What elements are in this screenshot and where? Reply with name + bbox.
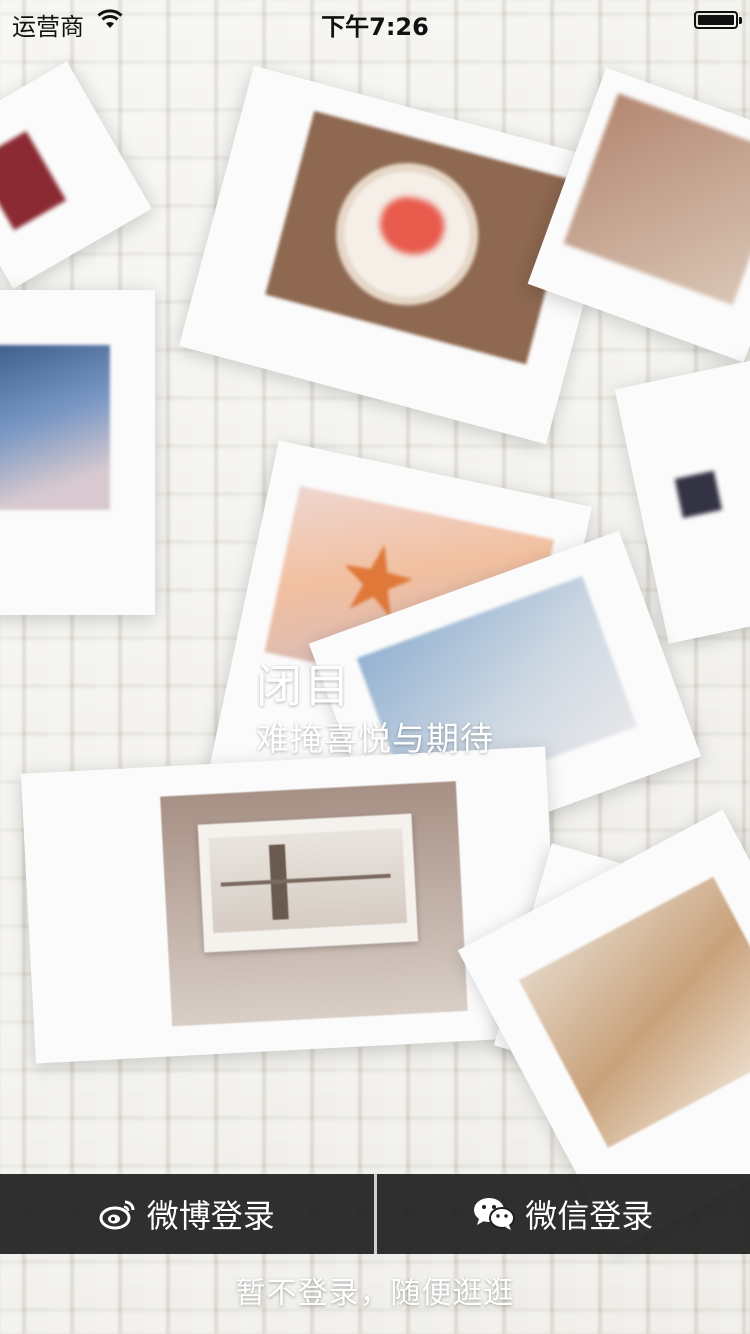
weibo-login-button[interactable]: 微博登录 (0, 1174, 374, 1254)
clock: 下午7:26 (321, 13, 429, 41)
battery-icon (694, 11, 742, 29)
weibo-login-label: 微博登录 (146, 1197, 275, 1235)
status-bar: 运营商 下午7:26 (0, 0, 750, 41)
hero-subtitle: 难掩喜悦与期待 (256, 719, 494, 758)
hero-title: 闭目 (256, 659, 352, 713)
photo-card-sky (0, 290, 155, 615)
skip-login-link[interactable]: 暂不登录，随便逛逛 (0, 1268, 750, 1312)
wechat-login-button[interactable]: 微信登录 (377, 1174, 750, 1254)
weibo-icon (99, 1200, 135, 1230)
wechat-icon (474, 1198, 516, 1230)
wechat-login-label: 微信登录 (525, 1197, 654, 1235)
login-bar: 微博登录 微信登录 (0, 1174, 750, 1254)
photo-card-eiffel (20, 746, 561, 1064)
